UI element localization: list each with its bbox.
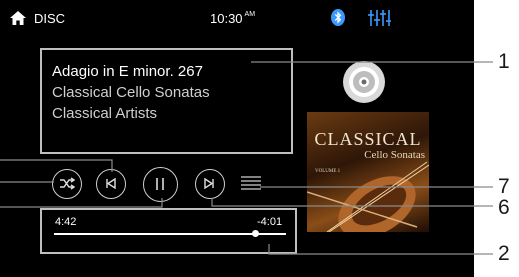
next-track-button[interactable] xyxy=(195,169,225,199)
track-list-icon[interactable] xyxy=(241,175,261,192)
album-art-title: CLASSICAL xyxy=(314,129,422,149)
status-bar: DISC 10:30 AM xyxy=(0,0,474,36)
shuffle-button[interactable] xyxy=(52,169,82,199)
head-unit-screen: DISC 10:30 AM Adagio in E minor. 267 Clas… xyxy=(0,0,474,277)
previous-track-icon xyxy=(106,177,116,190)
album-art: CLASSICAL Cello Sonatas VOLUME 1 xyxy=(307,112,429,232)
track-title: Adagio in E minor. 267 xyxy=(52,63,203,80)
progress-bar[interactable] xyxy=(54,233,286,235)
track-info-panel: Adagio in E minor. 267 Classical Cello S… xyxy=(40,48,293,154)
equalizer-icon[interactable] xyxy=(367,9,391,27)
disc-icon[interactable] xyxy=(342,60,386,104)
clock-time: 10:30 xyxy=(210,11,243,26)
callout-2: 2 xyxy=(498,242,510,265)
track-album: Classical Cello Sonatas xyxy=(52,84,210,101)
album-art-volume: VOLUME 1 xyxy=(315,169,341,174)
next-track-icon xyxy=(204,177,214,190)
progress-knob[interactable] xyxy=(252,230,260,237)
clock-ampm: AM xyxy=(244,11,256,18)
bluetooth-icon xyxy=(331,9,345,26)
remaining-time: -4:01 xyxy=(257,216,283,228)
elapsed-time: 4:42 xyxy=(55,216,77,228)
callout-6: 6 xyxy=(498,196,510,219)
track-artist: Classical Artists xyxy=(52,105,158,122)
shuffle-icon xyxy=(60,177,76,190)
album-art-subtitle: Cello Sonatas xyxy=(364,149,425,161)
play-pause-button[interactable] xyxy=(143,167,178,202)
previous-track-button[interactable] xyxy=(96,169,126,199)
progress-panel: 4:42 -4:01 xyxy=(40,208,297,254)
home-icon[interactable] xyxy=(10,11,26,25)
callout-1: 1 xyxy=(498,50,510,73)
clock: 10:30 AM xyxy=(210,11,255,26)
source-label: DISC xyxy=(34,11,66,26)
pause-icon xyxy=(156,178,164,190)
